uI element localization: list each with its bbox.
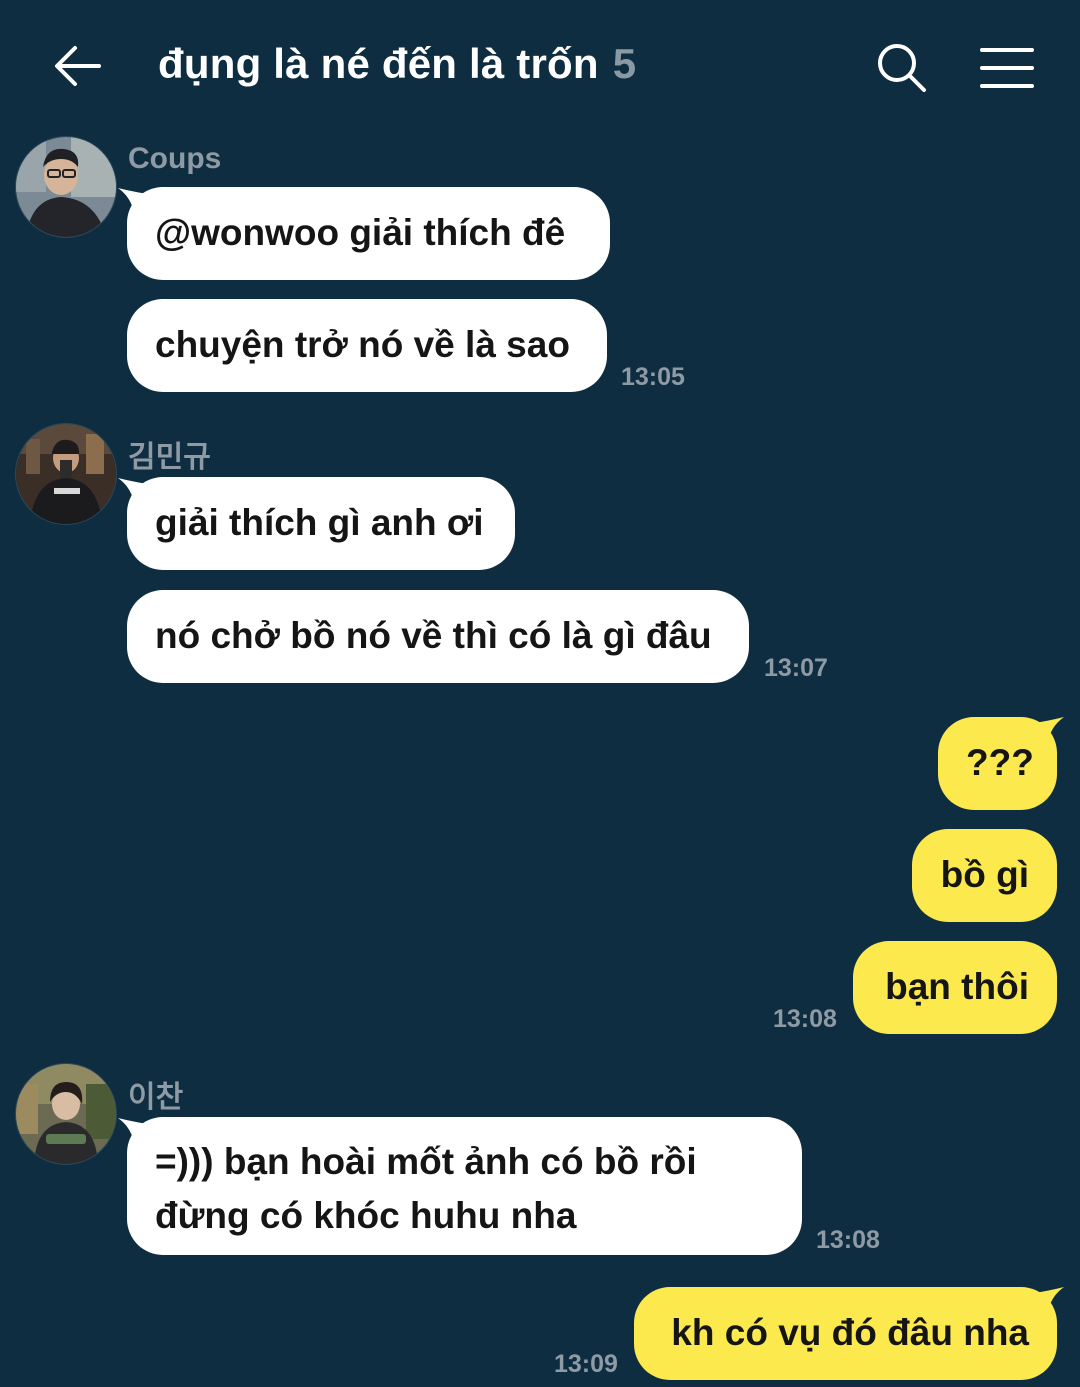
sender-name: 이찬 (128, 1081, 184, 1114)
sender-name: 김민규 (128, 441, 211, 474)
chat-title-text: đụng là né đến là trốn (158, 40, 599, 87)
message-line: đừng có khóc huhu nha (155, 1195, 577, 1236)
message-bubble-outgoing[interactable]: bồ gì (912, 829, 1057, 922)
message-bubble-outgoing[interactable]: ??? (938, 717, 1057, 810)
message-bubble-outgoing[interactable]: kh có vụ đó đâu nha (634, 1287, 1057, 1380)
message-bubble-incoming[interactable]: nó chở bồ nó về thì có là gì đâu (127, 590, 749, 683)
message-bubble-incoming[interactable]: giải thích gì anh ơi (127, 477, 515, 570)
sender-name: Coups (128, 142, 222, 175)
message-timestamp: 13:08 (773, 1005, 837, 1033)
search-button[interactable] (862, 28, 942, 108)
member-count: 5 (612, 40, 637, 87)
message-timestamp: 13:05 (621, 363, 685, 391)
hamburger-menu-icon (980, 48, 1034, 88)
avatar-lee-chan[interactable] (15, 1063, 117, 1165)
arrow-left-icon (55, 46, 101, 86)
back-button[interactable] (40, 28, 116, 104)
message-timestamp: 13:07 (764, 654, 828, 682)
avatar-coups[interactable] (15, 136, 117, 238)
message-bubble-incoming[interactable]: @wonwoo giải thích đê (127, 187, 610, 280)
search-icon (878, 44, 926, 92)
message-timestamp: 13:09 (554, 1350, 618, 1378)
avatar-kim-mingyu[interactable] (15, 423, 117, 525)
message-bubble-incoming[interactable]: chuyện trở nó về là sao (127, 299, 607, 392)
message-line: =))) bạn hoài mốt ảnh có bồ rồi (155, 1141, 697, 1182)
message-bubble-outgoing[interactable]: bạn thôi (853, 941, 1057, 1034)
message-timestamp: 13:08 (816, 1226, 880, 1254)
chat-header: đụng là né đến là trốn 5 (0, 0, 1080, 132)
menu-button[interactable] (968, 28, 1046, 108)
chat-title: đụng là né đến là trốn 5 (158, 40, 636, 96)
message-bubble-incoming[interactable]: =))) bạn hoài mốt ảnh có bồ rồi đừng có … (127, 1117, 802, 1255)
